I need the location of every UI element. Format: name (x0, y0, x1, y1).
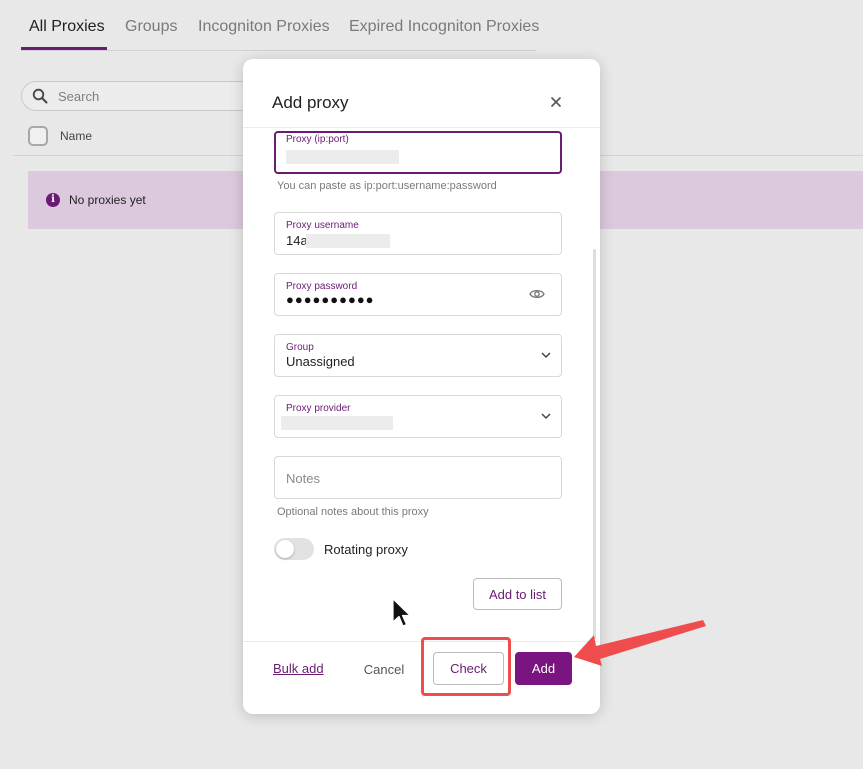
group-label: Group (286, 342, 314, 353)
active-tab-indicator (21, 47, 107, 50)
eye-icon[interactable] (529, 288, 545, 300)
proxy-address-helper: You can paste as ip:port:username:passwo… (277, 180, 497, 192)
notes-field[interactable]: Notes (274, 456, 562, 499)
proxy-password-field[interactable]: Proxy password ●●●●●●●●●● (274, 273, 562, 316)
notes-helper: Optional notes about this proxy (277, 506, 429, 518)
add-proxy-dialog: Add proxy Proxy (ip:port) You can paste … (243, 59, 600, 714)
redacted-provider (281, 416, 393, 430)
search-box (21, 81, 281, 111)
empty-state-message: No proxies yet (69, 193, 146, 207)
proxy-provider-label: Proxy provider (286, 403, 351, 414)
column-header-name[interactable]: Name (60, 129, 92, 143)
search-icon (32, 88, 48, 104)
close-button[interactable] (546, 92, 566, 112)
proxy-password-label: Proxy password (286, 281, 358, 292)
tab-groups[interactable]: Groups (125, 18, 177, 36)
close-icon (550, 96, 562, 108)
proxy-password-value: ●●●●●●●●●● (286, 292, 375, 307)
notes-placeholder: Notes (286, 471, 320, 486)
info-icon: i (46, 193, 60, 207)
proxy-address-label: Proxy (ip:port) (286, 134, 349, 145)
add-button[interactable]: Add (515, 652, 572, 685)
footer-divider (243, 641, 600, 642)
search-input[interactable] (58, 87, 258, 105)
rotating-proxy-toggle[interactable] (274, 538, 314, 560)
header-divider (243, 127, 600, 128)
proxy-username-label: Proxy username (286, 220, 359, 231)
proxy-username-value: 14a (286, 233, 308, 248)
chevron-down-icon (541, 352, 551, 359)
redacted-username (306, 234, 390, 248)
proxy-address-field[interactable]: Proxy (ip:port) (274, 131, 562, 174)
proxy-tabs: All Proxies Groups Incogniton Proxies Ex… (21, 0, 539, 51)
proxy-username-field[interactable]: Proxy username 14a (274, 212, 562, 255)
tab-incogniton-proxies[interactable]: Incogniton Proxies (198, 18, 330, 36)
cancel-button[interactable]: Cancel (353, 653, 415, 685)
select-all-checkbox[interactable] (28, 126, 48, 146)
rotating-proxy-label: Rotating proxy (324, 542, 408, 557)
add-to-list-button[interactable]: Add to list (473, 578, 562, 610)
proxy-provider-select[interactable]: Proxy provider (274, 395, 562, 438)
group-value: Unassigned (286, 354, 355, 369)
chevron-down-icon (541, 413, 551, 420)
redacted-proxy-address (286, 150, 399, 164)
dialog-title: Add proxy (272, 93, 349, 112)
toggle-knob (276, 540, 294, 558)
tab-expired-incogniton-proxies[interactable]: Expired Incogniton Proxies (349, 18, 539, 36)
tab-all-proxies[interactable]: All Proxies (29, 18, 105, 36)
dialog-scrollbar[interactable] (593, 249, 596, 639)
check-button[interactable]: Check (433, 652, 504, 685)
bulk-add-link[interactable]: Bulk add (273, 661, 324, 676)
group-select[interactable]: Group Unassigned (274, 334, 562, 377)
